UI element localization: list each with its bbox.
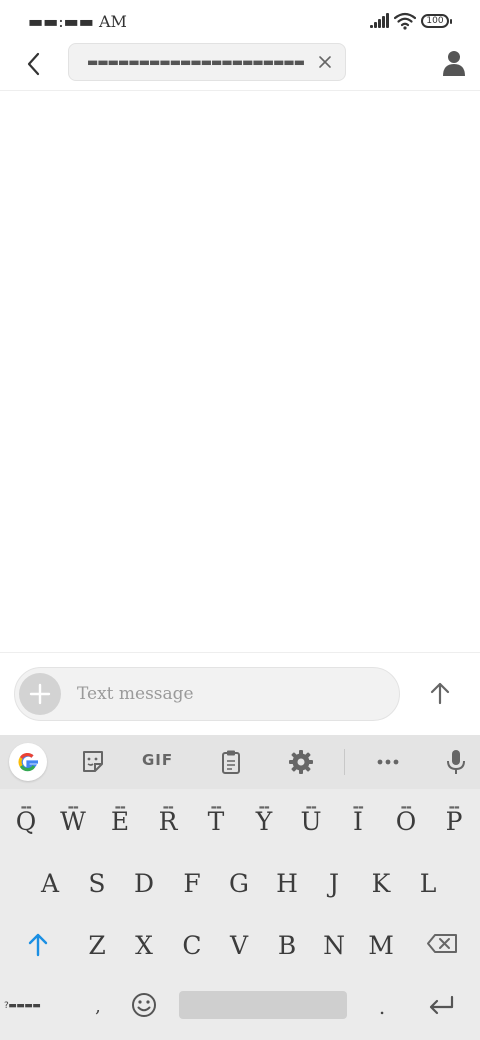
key-label: Q <box>15 807 37 836</box>
message-input[interactable] <box>77 682 377 706</box>
contact-button[interactable] <box>440 48 468 76</box>
key-label: I <box>353 807 363 836</box>
key-s[interactable]: S <box>75 855 119 913</box>
key-a[interactable]: A <box>28 855 72 913</box>
emoji-button[interactable] <box>130 991 158 1019</box>
gif-button[interactable]: GIF <box>142 751 173 769</box>
conversation-header: ▬▬▬▬▬▬▬▬▬▬▬▬▬▬▬▬▬▬▬▬▬ <box>0 43 480 91</box>
key-m[interactable]: M <box>359 917 403 975</box>
person-icon <box>443 51 465 76</box>
key-j[interactable]: J <box>312 855 356 913</box>
signal-icon <box>370 12 392 30</box>
key-hint: ▬▬ <box>448 804 460 811</box>
key-p[interactable]: ▬▬ P <box>432 793 476 851</box>
shift-arrow-icon <box>28 933 48 957</box>
key-t[interactable]: ▬▬ T <box>194 793 238 851</box>
key-hint: ▬▬ <box>20 804 32 811</box>
attach-button[interactable] <box>19 673 61 715</box>
sticker-icon[interactable] <box>78 747 108 777</box>
key-e[interactable]: ▬▬ E <box>98 793 142 851</box>
clear-recipient-button[interactable] <box>315 52 335 72</box>
key-i[interactable]: ▬▬ I <box>336 793 380 851</box>
key-y[interactable]: ▬▬ Y <box>242 793 286 851</box>
back-arrow-icon <box>27 52 40 76</box>
recipient-field[interactable]: ▬▬▬▬▬▬▬▬▬▬▬▬▬▬▬▬▬▬▬▬▬ <box>68 43 346 81</box>
keyboard-toolbar: GIF <box>0 735 480 789</box>
key-label: Y <box>255 807 273 836</box>
key-v[interactable]: V <box>217 917 261 975</box>
key-label: O <box>395 807 417 836</box>
key-d[interactable]: D <box>122 855 166 913</box>
key-label: U <box>300 807 322 836</box>
space-key[interactable] <box>179 991 347 1019</box>
back-button[interactable] <box>18 46 50 82</box>
key-label: W <box>60 807 86 836</box>
key-w[interactable]: ▬▬ W <box>51 793 95 851</box>
key-z[interactable]: Z <box>75 917 119 975</box>
more-icon[interactable] <box>373 747 403 777</box>
key-label: P <box>445 807 463 836</box>
key-n[interactable]: N <box>312 917 356 975</box>
key-label: R <box>158 807 178 836</box>
google-search-button[interactable] <box>9 743 47 781</box>
microphone-icon[interactable] <box>441 747 471 777</box>
key-hint: ▬▬ <box>258 804 270 811</box>
key-hint: ▬▬ <box>400 804 412 811</box>
status-time: ▬▬:▬▬ AM <box>28 12 127 31</box>
arrow-up-icon <box>430 682 450 705</box>
key-hint: ▬▬ <box>352 804 364 811</box>
key-r[interactable]: ▬▬ R <box>146 793 190 851</box>
key-hint: ▬▬ <box>114 804 126 811</box>
gear-icon[interactable] <box>286 747 316 777</box>
plus-icon <box>29 683 51 705</box>
key-q[interactable]: ▬▬ Q <box>4 793 48 851</box>
key-l[interactable]: L <box>406 855 450 913</box>
key-c[interactable]: C <box>170 917 214 975</box>
wifi-icon <box>394 12 416 30</box>
key-hint: ▬▬ <box>162 804 174 811</box>
key-label: T <box>207 807 225 836</box>
key-f[interactable]: F <box>170 855 214 913</box>
enter-key[interactable] <box>426 993 456 1017</box>
key-hint: ▬▬ <box>210 804 222 811</box>
keyboard: GIF ▬▬ Q ▬▬ W ▬▬ E ▬▬ R ▬▬ T ▬▬ Y ▬▬ U ▬… <box>0 735 480 1040</box>
key-hint: ▬▬ <box>67 804 79 811</box>
message-composer <box>0 652 480 735</box>
backspace-icon <box>427 934 457 953</box>
google-icon <box>18 753 38 772</box>
smiley-icon <box>132 993 156 1017</box>
symbols-key[interactable]: ?▬▬▬▬ <box>4 991 74 1021</box>
send-button[interactable] <box>422 675 458 711</box>
key-label: E <box>110 807 130 836</box>
comma-key[interactable]: , <box>86 987 110 1027</box>
toolbar-divider <box>344 749 345 775</box>
key-g[interactable]: G <box>217 855 261 913</box>
shift-key[interactable] <box>16 915 60 973</box>
key-h[interactable]: H <box>265 855 309 913</box>
clipboard-icon[interactable] <box>216 747 246 777</box>
key-x[interactable]: X <box>122 917 166 975</box>
period-key[interactable]: . <box>370 987 394 1027</box>
key-o[interactable]: ▬▬ O <box>384 793 428 851</box>
status-bar: ▬▬:▬▬ AM 100 <box>0 0 480 44</box>
recipient-text: ▬▬▬▬▬▬▬▬▬▬▬▬▬▬▬▬▬▬▬▬▬ <box>87 55 305 69</box>
key-b[interactable]: B <box>265 917 309 975</box>
composer-box <box>14 667 400 721</box>
key-k[interactable]: K <box>359 855 403 913</box>
close-icon <box>319 56 331 68</box>
key-u[interactable]: ▬▬ U <box>289 793 333 851</box>
message-list <box>0 91 480 651</box>
key-hint: ▬▬ <box>305 804 317 811</box>
backspace-key[interactable] <box>420 915 464 973</box>
enter-arrow-icon <box>429 995 454 1015</box>
battery-indicator: 100 <box>421 14 452 28</box>
